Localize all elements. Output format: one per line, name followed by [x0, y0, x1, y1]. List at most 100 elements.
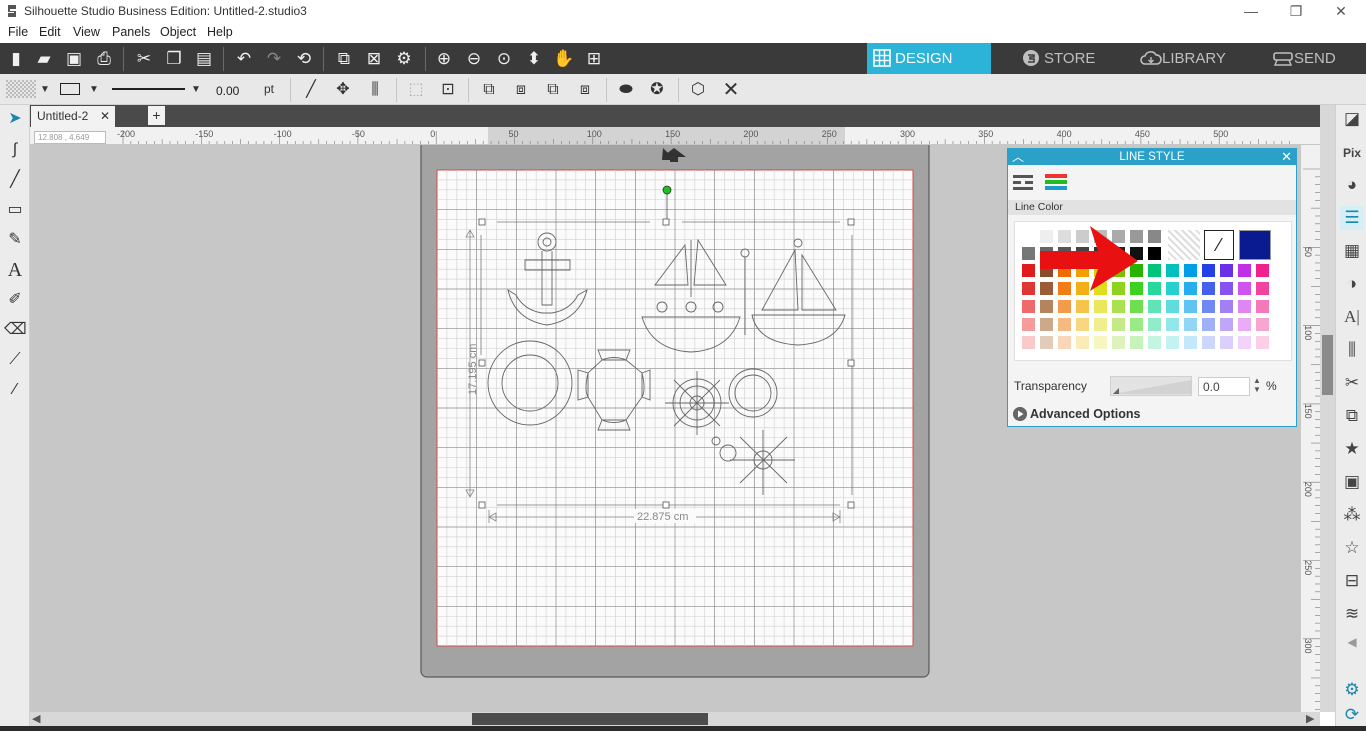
collapse-left-icon[interactable]: ◀ [1340, 630, 1364, 654]
gray-swatch[interactable] [1022, 247, 1035, 260]
transparency-spinner-icon[interactable]: ▲ ▼ [1253, 376, 1261, 394]
color-swatch[interactable] [1022, 264, 1035, 277]
line-dropdown-chevron-icon[interactable]: ▼ [83, 79, 105, 101]
save-icon[interactable]: ▣ [63, 48, 85, 70]
color-swatch[interactable] [1076, 300, 1089, 313]
select-arrow-icon[interactable]: ➤ [4, 108, 26, 130]
panel-close-icon[interactable]: ✕ [1281, 149, 1292, 165]
close-tab-icon[interactable]: ✕ [100, 106, 110, 126]
page-setup-icon[interactable]: ◪ [1340, 107, 1364, 131]
open-folder-icon[interactable]: ▰ [33, 48, 55, 70]
line-draw-icon[interactable]: ╱ [4, 169, 26, 191]
menu-view[interactable]: View [73, 25, 100, 39]
color-swatch[interactable] [1058, 336, 1071, 349]
copy-icon[interactable]: ❐ [163, 48, 185, 70]
color-swatch[interactable] [1166, 300, 1179, 313]
fill-pattern-panel-icon[interactable]: ▦ [1340, 239, 1364, 263]
redo-icon[interactable]: ↷ [263, 48, 285, 70]
color-swatch[interactable] [1148, 318, 1161, 331]
text-style-icon[interactable]: A| [1340, 305, 1364, 329]
line-style-tab-icon[interactable] [1013, 175, 1033, 190]
sketch-icon[interactable]: ✐ [4, 289, 26, 311]
color-swatch[interactable] [1256, 264, 1269, 277]
favorites-icon[interactable]: ☆ [1340, 536, 1364, 560]
color-swatch[interactable] [1220, 264, 1233, 277]
color-swatch[interactable] [1256, 300, 1269, 313]
scroll-right-icon[interactable]: ▶ [1306, 712, 1314, 725]
color-swatch[interactable] [1184, 282, 1197, 295]
line-tool-icon[interactable]: ╱ [300, 79, 322, 101]
color-swatch[interactable] [1166, 318, 1179, 331]
color-swatch[interactable] [1202, 318, 1215, 331]
color-swatch[interactable] [1022, 318, 1035, 331]
move-page-icon[interactable]: ⬍ [523, 48, 545, 70]
eraser-icon[interactable]: ⌫ [4, 319, 27, 341]
color-swatch[interactable] [1238, 336, 1251, 349]
color-swatch[interactable] [1238, 282, 1251, 295]
cut-icon[interactable]: ✂ [133, 48, 155, 70]
color-swatch[interactable] [1184, 300, 1197, 313]
tab-library[interactable]: LIBRARY [1134, 43, 1258, 74]
color-swatch[interactable] [1022, 336, 1035, 349]
advanced-options-toggle[interactable]: Advanced Options [1013, 407, 1140, 421]
arrange-front-icon[interactable]: ⧉ [478, 79, 500, 101]
menu-help[interactable]: Help [207, 25, 233, 39]
undo-icon[interactable]: ↶ [233, 48, 255, 70]
align-panel-icon[interactable]: ⫼ [1340, 338, 1364, 362]
text-icon[interactable]: A [4, 259, 26, 281]
color-swatch[interactable] [1130, 336, 1143, 349]
transparency-input[interactable]: 0.0 [1198, 377, 1250, 396]
menu-file[interactable]: File [8, 25, 28, 39]
color-swatch[interactable] [1022, 282, 1035, 295]
horizontal-scrollbar[interactable]: ◀ ▶ [30, 712, 1320, 726]
color-swatch[interactable] [1058, 300, 1071, 313]
replicate-icon[interactable]: ⧉ [1340, 404, 1364, 428]
line-width-input[interactable]: 0.00 [212, 82, 254, 100]
rectangle-icon[interactable]: ▭ [4, 199, 26, 221]
transform-icon[interactable]: ✂ [1340, 371, 1364, 395]
align-icon[interactable]: ⫼ [364, 79, 386, 101]
color-swatch[interactable] [1040, 336, 1053, 349]
line-style-icon[interactable]: ☰ [1340, 206, 1364, 230]
tab-send[interactable]: SEND [1266, 43, 1366, 74]
arrange-backward-icon[interactable]: ⧉ [542, 79, 564, 101]
gray-swatch[interactable] [1148, 247, 1161, 260]
color-swatch[interactable] [1184, 264, 1197, 277]
color-swatch[interactable] [1112, 336, 1125, 349]
line-color-tab-icon[interactable] [1045, 174, 1067, 190]
color-swatch[interactable] [1148, 264, 1161, 277]
new-file-icon[interactable]: ▮ [5, 48, 27, 70]
color-swatch[interactable] [1040, 300, 1053, 313]
arrange-forward-icon[interactable]: ⧈ [510, 79, 532, 101]
pixscan-icon[interactable]: Pix [1340, 141, 1364, 165]
paste-icon[interactable]: ▤ [193, 48, 215, 70]
menu-object[interactable]: Object [160, 25, 196, 39]
transparent-swatch[interactable] [1168, 230, 1200, 260]
knife-icon[interactable]: ⟋ [4, 349, 26, 371]
tab-design[interactable]: DESIGN [867, 43, 991, 74]
color-swatch[interactable] [1148, 336, 1161, 349]
fill-color-icon[interactable]: ◕ [1340, 173, 1364, 197]
color-swatch[interactable] [1238, 300, 1251, 313]
color-swatch[interactable] [1166, 336, 1179, 349]
ungroup-icon[interactable]: ⊡ [437, 79, 459, 101]
color-swatch[interactable] [1148, 300, 1161, 313]
color-swatch[interactable] [1238, 318, 1251, 331]
sketch-panel-icon[interactable]: ≋ [1340, 602, 1364, 626]
print-icon[interactable]: ⎙ [93, 48, 115, 70]
zoom-in-icon[interactable]: ⊕ [433, 48, 455, 70]
offset-icon[interactable]: ▣ [1340, 470, 1364, 494]
color-swatch[interactable] [1148, 282, 1161, 295]
image-effects-icon[interactable]: ◑ [1340, 272, 1364, 296]
scroll-left-icon[interactable]: ◀ [32, 712, 40, 725]
move-icon[interactable]: ✥ [332, 79, 354, 101]
color-swatch[interactable] [1112, 318, 1125, 331]
star-shape-icon[interactable]: ✪ [646, 79, 668, 101]
eyedropper-icon[interactable]: ⁄ [4, 379, 26, 401]
select-tool-icon[interactable]: ⚙ [393, 48, 415, 70]
close-window-button[interactable]: ✕ [1326, 2, 1356, 20]
close-x-icon[interactable]: ✕ [720, 79, 742, 101]
vertical-scroll-thumb[interactable] [1322, 335, 1333, 395]
layers-icon[interactable]: ⊟ [1340, 569, 1364, 593]
color-swatch[interactable] [1076, 318, 1089, 331]
